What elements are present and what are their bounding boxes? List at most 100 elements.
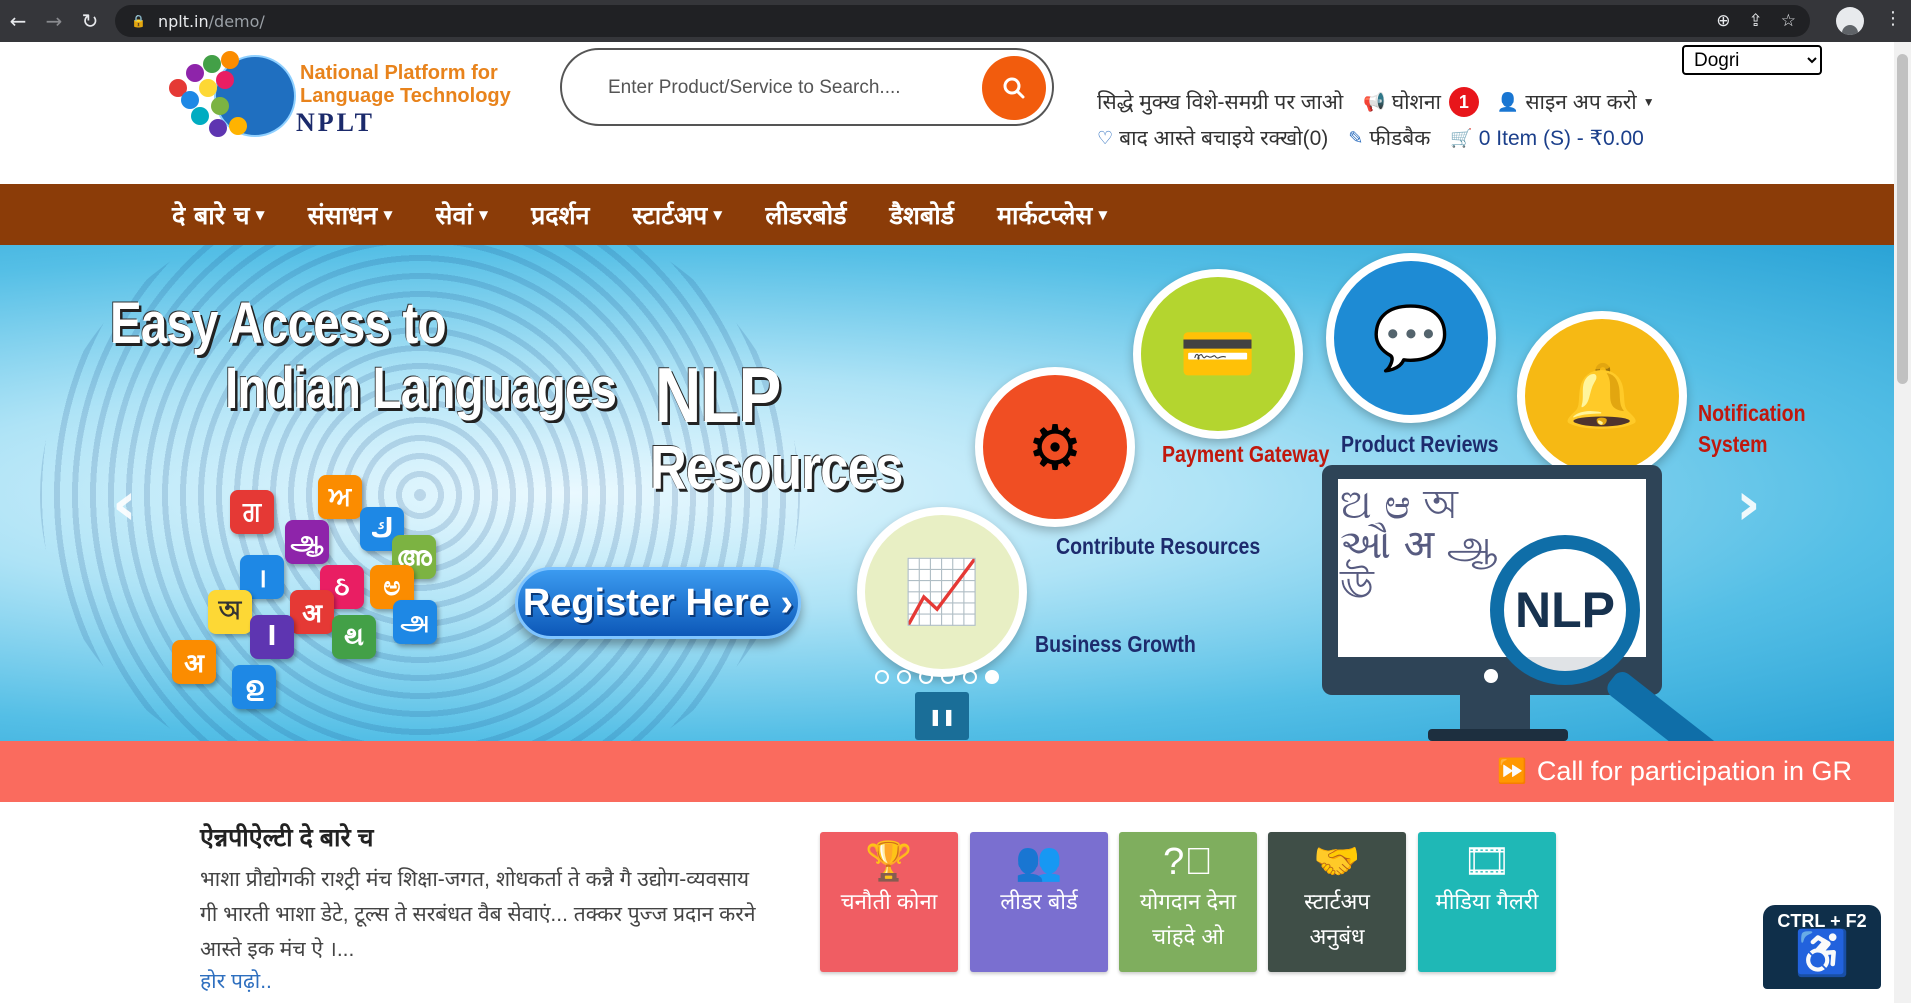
payment-gateway-label: Payment Gateway [1162,441,1330,467]
card-label: लीडर बोर्ड [1000,889,1078,914]
fast-forward-icon: ⏩ [1496,758,1527,785]
carousel-dot[interactable] [963,670,977,684]
nav-item-label: सेवां [435,200,473,230]
carousel-dot[interactable] [919,670,933,684]
script-tile-graphic: अ [290,590,334,634]
logo-globe-icon [169,51,296,137]
browser-toolbar: ← → ↻ 🔒 nplt.in/demo/ ⊕ ⇪ ☆ ⋮ [0,0,1911,42]
forward-icon[interactable]: → [36,3,72,39]
zoom-icon[interactable]: ⊕ [1716,11,1730,31]
script-tile-graphic: ഉ [232,665,276,709]
nav-item-label: प्रदर्शन [531,200,590,230]
pause-icon: ❚❚ [928,706,956,726]
announcement-label: घोशना [1391,91,1441,114]
search-box [560,48,1054,126]
nav-item-demo[interactable]: प्रदर्शन [531,198,589,232]
script-tile-graphic: ਗ [230,490,274,534]
carousel-dot[interactable] [897,670,911,684]
nav-item-about[interactable]: दे बारे च ▼ [172,198,265,232]
card-label: मीडिया गैलरी [1435,889,1539,914]
nav-item-label: लीडरबोर्ड [765,200,847,230]
carousel-dot-active[interactable] [985,670,999,684]
star-icon[interactable]: ☆ [1781,11,1796,31]
reload-icon[interactable]: ↻ [72,3,108,39]
hero-carousel: Easy Access to Indian Languages NLP Reso… [0,245,1894,741]
marquee-text: Call for participation in GR [1536,756,1852,786]
scrollbar-thumb[interactable] [1897,54,1908,384]
cart-link[interactable]: 🛒 0 Item (S) - ₹0.00 [1450,126,1644,151]
banner-headline-4: Resources [650,434,903,503]
nav-item-startup[interactable]: स्टार्टअप ▼ [632,198,722,232]
card-label-2: अनुबंध [1309,924,1365,949]
back-icon[interactable]: ← [0,3,36,39]
contribute-card[interactable]: ?⃝ योगदान देना चांहदे ओ [1119,832,1257,972]
cart-label: 0 Item (S) - ₹0.00 [1478,126,1644,150]
notification-bell-icon: 🔔 [1517,311,1687,481]
nav-item-dashboard[interactable]: डैशबोर्ड [890,198,955,232]
user-icon: 👤 [1496,91,1520,112]
register-here-button[interactable]: Register Here › [515,567,801,639]
announcement-link[interactable]: 📢 घोशना 1 [1363,87,1479,117]
edit-icon: ✎ [1348,127,1364,148]
script-tile-graphic: ا [250,615,294,659]
chevron-down-icon: ▼ [1098,207,1108,222]
language-select[interactable]: Dogri [1682,45,1822,75]
payment-card-icon: 💳 [1133,269,1303,439]
card-label: स्टार्टअप [1304,889,1370,914]
share-icon[interactable]: ⇪ [1749,11,1763,31]
nplt-logo[interactable]: National Platform for Language Technolog… [160,48,520,144]
card-label: चनौती कोना [840,889,938,914]
url-host: nplt.in [157,11,209,31]
carousel-dot[interactable] [941,670,955,684]
nav-item-services[interactable]: सेवां ▼ [436,198,489,232]
chevron-down-icon: ▼ [383,207,393,222]
announcement-marquee[interactable]: ⏩ Call for participation in GR [0,741,1894,802]
logo-line-2: Language Technology [300,85,511,107]
notification-label-2: System [1698,431,1768,457]
profile-avatar-icon[interactable] [1836,7,1864,35]
address-bar[interactable]: 🔒 nplt.in/demo/ ⊕ ⇪ ☆ [115,5,1810,37]
nav-item-label: स्टार्टअप [632,200,708,230]
carousel-dot[interactable] [875,670,889,684]
skip-to-main-link[interactable]: सिद्धे मुक्ख विशे-समग्री पर जाओ [1097,88,1343,116]
menu-kebab-icon[interactable]: ⋮ [1884,10,1902,28]
heart-icon: ♡ [1097,127,1114,148]
script-tile-graphic: অ [208,590,252,634]
page-scrollbar[interactable] [1894,42,1911,1003]
carousel-prev-icon[interactable]: ‹ [112,469,137,539]
search-button[interactable] [982,56,1046,120]
nav-item-label: दे बारे च [172,200,250,230]
video-file-icon: 🎞 [1462,841,1512,883]
signup-dropdown[interactable]: 👤 साइन अप करो ▼ [1497,88,1655,116]
carousel-next-icon[interactable]: › [1736,469,1761,539]
question-circle-icon: ?⃝ [1163,841,1213,883]
read-more-link[interactable]: होर पढ़ो.. [200,970,272,993]
chevron-down-icon: ▼ [713,207,723,222]
magnifier-nlp-graphic: NLP [1490,535,1640,685]
search-input[interactable] [606,68,936,108]
accessibility-widget[interactable]: CTRL + F2 ♿ [1763,905,1881,989]
script-tile-graphic: ਅ [318,475,362,519]
banner-headline-3: NLP [655,351,781,439]
leaderboard-card[interactable]: 👥 लीडर बोर्ड [970,832,1108,972]
header-links: सिद्धे मुक्ख विशे-समग्री पर जाओ 📢 घोशना … [1097,84,1655,156]
contribute-resources-label: Contribute Resources [1056,533,1261,559]
media-gallery-card[interactable]: 🎞 मीडिया गैलरी [1418,832,1556,972]
nlp-label: NLP [1515,582,1615,638]
script-tile-graphic: अ [172,640,216,684]
about-section: ऐन्नपीऐल्टी दे बारे च भाशा प्रौद्योगकी र… [200,820,760,995]
nav-item-leaderboard[interactable]: लीडरबोर्ड [765,198,846,232]
card-label-2: चांहदे ओ [1152,924,1224,949]
nav-item-resources[interactable]: संसाधन ▼ [308,198,393,232]
carousel-pause-button[interactable]: ❚❚ [915,692,969,740]
feedback-link[interactable]: ✎ फीडबैक [1348,124,1430,152]
challenge-corner-card[interactable]: 🏆 चनौती कोना [820,832,958,972]
nav-item-marketplace[interactable]: मार्कटप्लेस ▼ [997,198,1107,232]
wishlist-link[interactable]: ♡ बाद आस्ते बचाइये रक्खो(0) [1097,124,1328,152]
feedback-label: फीडबैक [1369,127,1431,150]
notification-label-1: Notification [1698,400,1806,426]
about-title: ऐन्नपीऐल्टी दे बारे च [200,824,374,852]
banner-headline-1: Easy Access to [110,291,447,356]
chevron-down-icon: ▼ [255,207,265,222]
startup-agreement-card[interactable]: 🤝 स्टार्टअप अनुबंध [1268,832,1406,972]
